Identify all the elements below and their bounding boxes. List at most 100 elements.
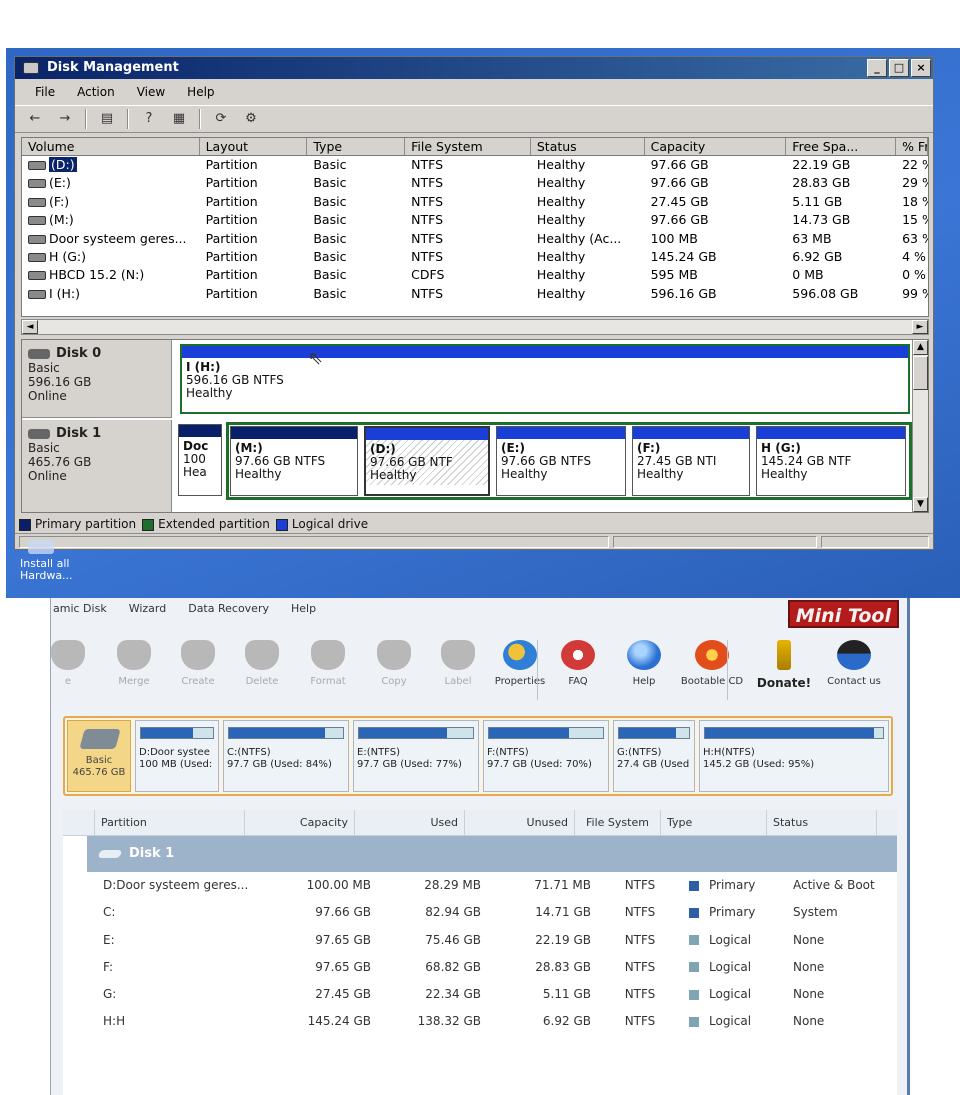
volume-pct: 15 % <box>902 212 928 228</box>
menu-file[interactable]: File <box>35 81 55 103</box>
table-row[interactable]: H:H 145.24 GB 138.32 GB 6.92 GB NTFS Logical N… <box>63 1008 897 1035</box>
disk-map-partition[interactable]: F:(NTFS) 97.7 GB (Used: 70%) <box>483 720 609 792</box>
volume-type: Basic <box>313 175 347 191</box>
maximize-button[interactable]: □ <box>889 59 909 77</box>
col-type[interactable]: Type <box>307 138 406 155</box>
toolbar-faq-button[interactable]: FAQ <box>545 632 611 708</box>
table-row[interactable]: G: 27.45 GB 22.34 GB 5.11 GB NTFS Logical None <box>63 981 897 1008</box>
volume-row[interactable]: H (G:) Partition Basic NTFS Healthy 145.24 GB… <box>22 248 928 266</box>
toolbar-create-button[interactable]: Create <box>165 632 231 708</box>
disk-map-partition[interactable]: E:(NTFS) 97.7 GB (Used: 77%) <box>353 720 479 792</box>
partition-door-systeem[interactable]: Doc 100 Hea <box>178 424 222 496</box>
scroll-thumb[interactable] <box>913 356 928 390</box>
usage-bar-fill <box>141 728 193 738</box>
toolbar-donate-button[interactable]: Donate! <box>751 632 817 708</box>
disk-map-partition[interactable]: D:Door systee 100 MB (Used: <box>135 720 219 792</box>
forward-icon[interactable]: → <box>55 110 75 128</box>
disk-map-partition[interactable]: G:(NTFS) 27.4 GB (Used <box>613 720 695 792</box>
col-free-space[interactable]: Free Spa... <box>786 138 897 155</box>
toolbar-contact-us-button[interactable]: Contact us <box>821 632 887 708</box>
menu-dynamic-disk[interactable]: amic Disk <box>53 598 107 620</box>
partition-i-h[interactable]: I (H:) 596.16 GB NTFS Healthy <box>180 344 910 414</box>
partition-m[interactable]: (M:) 97.66 GB NTFS Healthy <box>230 426 358 496</box>
volume-row[interactable]: (F:) Partition Basic NTFS Healthy 27.45 GB 5.1… <box>22 193 928 211</box>
menu-view[interactable]: View <box>137 81 165 103</box>
col-used[interactable]: Used <box>355 810 465 835</box>
toolbar-e-button[interactable]: e <box>35 632 101 708</box>
col-unused[interactable]: Unused <box>465 810 575 835</box>
volume-row[interactable]: Door systeem geres... Partition Basic NTFS H… <box>22 230 928 248</box>
volume-row[interactable]: (E:) Partition Basic NTFS Healthy 97.66 GB 28.… <box>22 174 928 192</box>
cell-capacity: 97.65 GB <box>315 932 371 947</box>
disk-map-partition[interactable]: H:H(NTFS) 145.2 GB (Used: 95%) <box>699 720 889 792</box>
properties-icon[interactable]: ▦ <box>169 110 189 128</box>
toolbar-properties-button[interactable]: Properties <box>487 632 553 708</box>
volume-row[interactable]: (M:) Partition Basic NTFS Healthy 97.66 GB 14.… <box>22 211 928 229</box>
partition-f[interactable]: (F:) 27.45 GB NTI Healthy <box>632 426 750 496</box>
minimize-button[interactable]: _ <box>867 59 887 77</box>
disk-0-label[interactable]: Disk 0 Basic 596.16 GB Online <box>22 340 172 418</box>
scroll-up-icon[interactable]: ▲ <box>913 340 928 355</box>
disk-map: Basic 465.76 GB D:Door systee 100 MB (Use… <box>63 716 893 796</box>
col-capacity[interactable]: Capacity <box>645 138 787 155</box>
toolbar-delete-button[interactable]: Delete <box>229 632 295 708</box>
disk-icon <box>28 428 50 439</box>
copy-icon <box>377 640 411 670</box>
close-button[interactable]: × <box>911 59 931 77</box>
settings-icon[interactable]: ⚙ <box>241 110 261 128</box>
col-percent-free[interactable]: % Fre <box>896 138 928 155</box>
col-file-system[interactable]: File System <box>575 810 661 835</box>
scroll-right-icon[interactable]: ► <box>912 320 928 334</box>
volume-pct: 4 % <box>902 248 926 264</box>
volume-fs: NTFS <box>411 212 444 228</box>
menu-data-recovery[interactable]: Data Recovery <box>188 598 269 620</box>
volume-row[interactable]: (D:) Partition Basic NTFS Healthy 97.66 GB 22.… <box>22 156 928 174</box>
scroll-left-icon[interactable]: ◄ <box>22 320 38 334</box>
volume-pct: 18 % <box>902 193 928 209</box>
refresh-icon[interactable]: ⟳ <box>211 110 231 128</box>
volume-row[interactable]: HBCD 15.2 (N:) Partition Basic CDFS Healthy 5… <box>22 266 928 284</box>
table-row[interactable]: F: 97.65 GB 68.82 GB 28.83 GB NTFS Logical Non… <box>63 954 897 981</box>
col-type[interactable]: Type <box>661 810 767 835</box>
col-volume[interactable]: Volume <box>22 138 200 155</box>
col-status[interactable]: Status <box>767 810 877 835</box>
partition-h-g[interactable]: H (G:) 145.24 GB NTF Healthy <box>756 426 906 496</box>
horizontal-scrollbar[interactable]: ◄ ► <box>21 319 929 335</box>
menu-action[interactable]: Action <box>77 81 115 103</box>
menu-help[interactable]: Help <box>187 81 214 103</box>
col-status[interactable]: Status <box>531 138 645 155</box>
table-row[interactable]: C: 97.66 GB 82.94 GB 14.71 GB NTFS Primary Sys… <box>63 899 897 926</box>
title-bar[interactable]: Disk Management _ □ × <box>15 57 933 79</box>
partition-e[interactable]: (E:) 97.66 GB NTFS Healthy <box>496 426 626 496</box>
back-icon[interactable]: ← <box>25 110 45 128</box>
toolbar-help-button[interactable]: Help <box>611 632 677 708</box>
table-row[interactable]: E: 97.65 GB 75.46 GB 22.19 GB NTFS Logical Non… <box>63 927 897 954</box>
toolbar-bootable-cd-button[interactable]: Bootable CD <box>679 632 745 708</box>
cell-fs: NTFS <box>624 932 656 947</box>
disk-map-partition[interactable]: C:(NTFS) 97.7 GB (Used: 84%) <box>223 720 349 792</box>
scroll-down-icon[interactable]: ▼ <box>913 497 928 512</box>
col-partition[interactable]: Partition <box>95 810 245 835</box>
toolbar-format-button[interactable]: Format <box>295 632 361 708</box>
volume-layout: Partition <box>205 157 258 172</box>
disk-management-photo: Disk Management _ □ × File Action View H… <box>0 0 960 598</box>
help-icon[interactable]: ? <box>139 110 159 128</box>
toolbar-copy-button[interactable]: Copy <box>361 632 427 708</box>
desktop-shortcut[interactable]: Install all Hardwa... <box>20 540 90 582</box>
toolbar-label-button[interactable]: Label <box>425 632 491 708</box>
menu-wizard[interactable]: Wizard <box>129 598 167 620</box>
vertical-scrollbar[interactable]: ▲ ▼ <box>912 340 928 512</box>
table-row[interactable]: D:Door systeem geres... 100.00 MB 28.29 MB… <box>63 872 897 899</box>
partition-d[interactable]: (D:) 97.66 GB NTF Healthy <box>364 426 490 496</box>
col-capacity[interactable]: Capacity <box>245 810 355 835</box>
volume-row[interactable]: I (H:) Partition Basic NTFS Healthy 596.16 GB… <box>22 285 928 303</box>
menu-help[interactable]: Help <box>291 598 316 620</box>
col-file-system[interactable]: File System <box>405 138 531 155</box>
console-icon[interactable]: ▤ <box>97 110 117 128</box>
toolbar-merge-button[interactable]: Merge <box>101 632 167 708</box>
disk-1-block[interactable]: Basic 465.76 GB <box>67 720 131 792</box>
col-layout[interactable]: Layout <box>200 138 308 155</box>
menu-bar: File Action View Help <box>15 81 933 103</box>
disk-row[interactable]: Disk 1 <box>87 836 897 872</box>
disk-1-label[interactable]: Disk 1 Basic 465.76 GB Online <box>22 420 172 512</box>
